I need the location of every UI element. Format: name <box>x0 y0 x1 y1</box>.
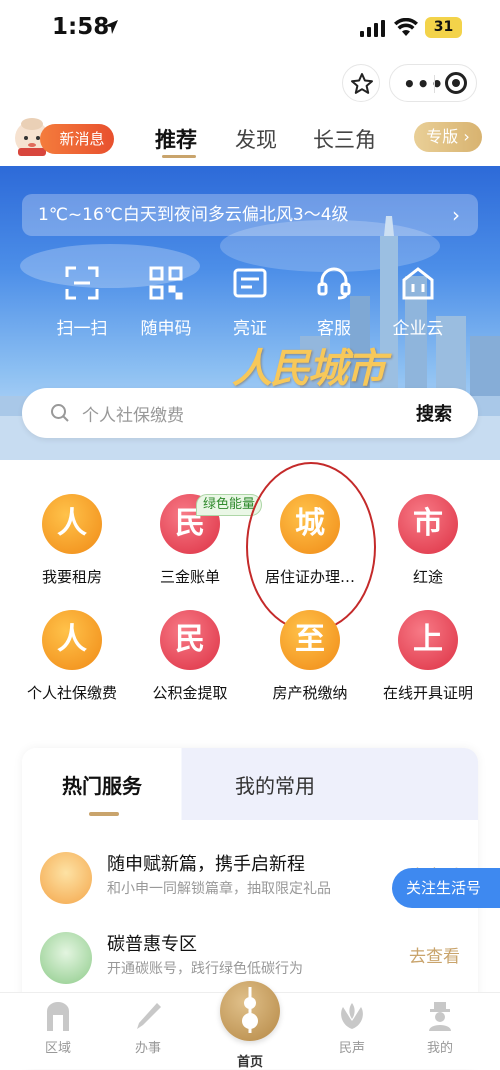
list-item-subtitle: 开通碳账号，践行绿色低碳行为 <box>107 961 303 977</box>
bottom-tab-mine[interactable]: 我的 <box>410 1001 470 1056</box>
list-item-subtitle: 和小申一同解锁篇章，抽取限定礼品 <box>107 881 331 897</box>
provident-fund-icon: 民 <box>160 610 220 670</box>
more-icon[interactable]: ••• <box>403 72 444 96</box>
region-arch-icon <box>47 1002 69 1031</box>
action-scan-label: 扫一扫 <box>56 319 108 339</box>
service-red-route[interactable]: 市 红途 <box>366 494 490 587</box>
tab-my-favorites[interactable]: 我的常用 <box>235 770 315 799</box>
service-label: 公积金提取 <box>152 684 228 702</box>
online-certificate-icon: 上 <box>398 610 458 670</box>
building-icon <box>402 267 434 300</box>
bottom-tab-home-button[interactable] <box>220 981 280 1041</box>
battery-indicator: 31 <box>425 17 462 38</box>
scan-icon <box>65 266 99 300</box>
service-label: 红途 <box>412 568 443 586</box>
edition-label: 专版 <box>426 127 459 146</box>
action-enterprise-cloud-label: 企业云 <box>392 319 444 339</box>
bottom-tab-label: 我的 <box>426 1041 453 1056</box>
bottom-tab-home-label: 首页 <box>236 1055 263 1070</box>
capsule-divider <box>434 75 435 93</box>
hero-banner: 人民城市 1℃~16℃白天到夜间多云偏北风3～4级 › 扫一扫 随申码 亮证 客… <box>0 166 500 460</box>
rent-house-icon: 人 <box>42 494 102 554</box>
pearl-tower-icon <box>242 987 258 1033</box>
red-annotation-circle <box>246 462 376 632</box>
action-customer-service-label: 客服 <box>317 319 351 339</box>
search-bar[interactable]: 个人社保缴费 搜索 <box>22 388 478 438</box>
status-bar: 1:58 31 <box>0 0 500 60</box>
location-arrow-icon <box>104 20 118 34</box>
action-show-license[interactable]: 亮证 <box>210 266 290 339</box>
search-placeholder: 个人社保缴费 <box>82 406 184 426</box>
action-health-code[interactable]: 随申码 <box>126 266 206 339</box>
active-tab-indicator <box>89 812 119 816</box>
tab-yangtze-delta[interactable]: 长三角 <box>313 124 376 154</box>
social-security-icon: 人 <box>42 610 102 670</box>
property-tax-icon: 至 <box>280 610 340 670</box>
close-target-icon[interactable] <box>445 72 467 94</box>
service-label: 我要租房 <box>41 568 102 586</box>
cellular-signal-icon <box>360 20 385 37</box>
magnolia-icon <box>341 1003 363 1029</box>
service-label: 房产税缴纳 <box>272 684 348 702</box>
tab-hot-services[interactable]: 热门服务 <box>62 770 142 799</box>
bottom-tab-label: 办事 <box>134 1041 161 1056</box>
tab-discover[interactable]: 发现 <box>235 124 277 154</box>
favorite-star-button[interactable] <box>342 64 380 102</box>
banner-slogan: 人民城市 <box>232 346 386 392</box>
id-card-icon <box>233 268 267 298</box>
bottom-tab-label: 民声 <box>338 1041 365 1056</box>
search-button[interactable]: 搜索 <box>416 400 452 426</box>
action-show-license-label: 亮证 <box>233 319 267 339</box>
action-enterprise-cloud[interactable]: 企业云 <box>378 266 458 339</box>
action-customer-service[interactable]: 客服 <box>294 266 374 339</box>
list-item-title: 碳普惠专区 <box>107 934 197 955</box>
weather-text: 1℃~16℃白天到夜间多云偏北风3～4级 <box>38 205 349 225</box>
service-social-security-payment[interactable]: 人 个人社保缴费 <box>10 610 134 703</box>
service-label: 三金账单 <box>159 568 220 586</box>
chevron-right-icon: › <box>452 203 460 227</box>
qr-code-icon <box>149 266 183 300</box>
bottom-tab-bar: 区域 办事 首页 民声 我的 <box>0 981 500 1070</box>
pen-nib-icon <box>137 1003 161 1029</box>
top-nav: 新消息 推荐 发现 长三角 专版 › <box>0 112 500 164</box>
carbon-inclusion-logo <box>40 932 92 984</box>
status-time: 1:58 <box>52 14 110 40</box>
bottom-tab-public-voice[interactable]: 民声 <box>322 1001 382 1056</box>
weather-bar[interactable]: 1℃~16℃白天到夜间多云偏北风3～4级 › <box>22 194 478 236</box>
star-icon <box>351 73 373 94</box>
edition-switch-button[interactable]: 专版 › <box>414 122 482 152</box>
service-property-tax[interactable]: 至 房产税缴纳 <box>248 610 372 703</box>
person-hat-icon <box>429 1002 451 1031</box>
red-route-icon: 市 <box>398 494 458 554</box>
bottom-tab-affairs[interactable]: 办事 <box>118 1001 178 1056</box>
action-scan[interactable]: 扫一扫 <box>42 266 122 339</box>
tab-recommend[interactable]: 推荐 <box>155 124 197 154</box>
service-provident-fund-withdraw[interactable]: 民 公积金提取 <box>128 610 252 703</box>
service-rent-house[interactable]: 人 我要租房 <box>10 494 134 587</box>
bottom-tab-label: 区域 <box>44 1041 71 1056</box>
list-item-title: 随申赋新篇，携手启新程 <box>107 854 305 875</box>
follow-life-account-button[interactable]: 关注生活号 <box>392 868 500 908</box>
search-icon <box>51 404 69 422</box>
wifi-icon <box>394 18 418 36</box>
capsule-menu: ••• <box>389 64 477 102</box>
service-label: 在线开具证明 <box>382 684 473 702</box>
active-tab-indicator <box>162 155 196 158</box>
headset-icon <box>317 267 351 300</box>
service-label: 个人社保缴费 <box>26 684 117 702</box>
action-health-code-label: 随申码 <box>140 319 192 339</box>
bottom-tab-region[interactable]: 区域 <box>28 1001 88 1056</box>
view-link[interactable]: 去查看 <box>409 942 460 967</box>
service-online-certificate[interactable]: 上 在线开具证明 <box>366 610 490 703</box>
new-message-badge[interactable]: 新消息 <box>40 124 114 154</box>
new-chapter-thumbnail <box>40 852 92 904</box>
